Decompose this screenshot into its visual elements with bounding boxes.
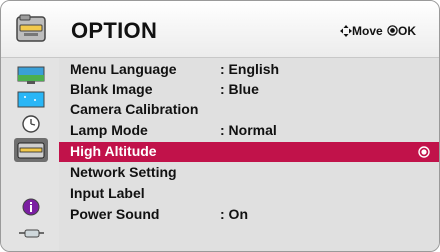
menu-item-label: High Altitude bbox=[70, 143, 157, 159]
menu-item-power-sound[interactable]: Power Sound : On bbox=[59, 205, 439, 225]
menu-item-label: Input Label bbox=[70, 185, 145, 201]
toolbox-icon bbox=[16, 14, 46, 42]
menu-item-label: Power Sound bbox=[70, 206, 160, 222]
menu-item-label: Lamp Mode bbox=[70, 122, 148, 138]
screen-icon bbox=[17, 91, 45, 108]
menu-item-label: Camera Calibration bbox=[70, 101, 199, 117]
move-hint-label: Move bbox=[352, 24, 383, 38]
sidebar-item-picture[interactable] bbox=[17, 66, 45, 84]
menu-item-lamp-mode[interactable]: Lamp Mode : Normal bbox=[59, 121, 439, 141]
ok-button-icon bbox=[387, 25, 398, 36]
input-icon bbox=[19, 229, 44, 238]
info-icon bbox=[22, 198, 40, 216]
sidebar-item-clock[interactable] bbox=[17, 115, 45, 133]
menu-item-value: : On bbox=[220, 206, 248, 222]
sidebar bbox=[1, 58, 59, 251]
clock-icon bbox=[22, 115, 40, 133]
menu-item-label: Network Setting bbox=[70, 164, 177, 180]
menu-item-input-label[interactable]: Input Label bbox=[59, 184, 439, 204]
move-hint: Move bbox=[340, 24, 383, 38]
ok-select-icon bbox=[418, 146, 430, 158]
option-menu-window: OPTION Move OK Menu Language: English B… bbox=[0, 0, 440, 252]
menu-item-blank-image[interactable]: Blank Image : Blue bbox=[59, 80, 439, 100]
menu-item-label: Menu Language bbox=[70, 61, 177, 77]
sidebar-item-screen[interactable] bbox=[17, 91, 45, 109]
ok-hint-label: OK bbox=[398, 24, 416, 38]
sidebar-item-option[interactable] bbox=[14, 138, 48, 162]
option-list: Menu Language : English Blank Image : Bl… bbox=[59, 58, 439, 251]
menu-item-network-setting[interactable]: Network Setting bbox=[59, 163, 439, 183]
menu-item-high-altitude[interactable]: High Altitude bbox=[59, 142, 439, 162]
menu-item-value: : Blue bbox=[220, 81, 259, 97]
option-icon bbox=[17, 142, 45, 159]
page-title: OPTION bbox=[71, 18, 158, 43]
menu-header: OPTION Move OK bbox=[1, 1, 439, 58]
menu-item-label: Blank Image bbox=[70, 81, 153, 97]
menu-item-menu-language[interactable]: Menu Language : English bbox=[59, 60, 439, 80]
menu-item-value: : English bbox=[220, 61, 280, 77]
sidebar-item-info[interactable] bbox=[17, 198, 45, 216]
menu-item-camera-calibration[interactable]: Camera Calibration bbox=[59, 100, 439, 120]
menu-item-value: : Normal bbox=[220, 122, 277, 138]
sidebar-item-input[interactable] bbox=[17, 224, 45, 242]
ok-hint: OK bbox=[387, 24, 416, 38]
move-arrows-icon bbox=[340, 25, 352, 37]
picture-icon bbox=[17, 66, 45, 84]
